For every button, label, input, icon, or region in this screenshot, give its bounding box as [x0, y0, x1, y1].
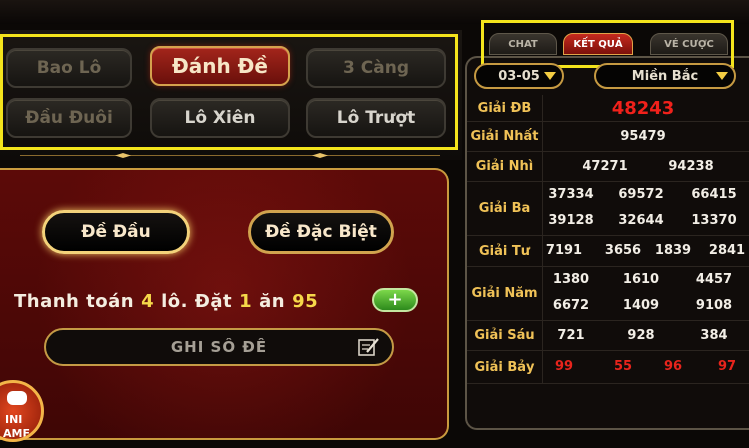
prize-values: 99 55 96 97 [543, 351, 749, 383]
prize-label: Giải Nhất [467, 122, 543, 151]
prize-values: 721 928 384 [543, 321, 749, 350]
prize-number: 7191 [545, 243, 583, 258]
prize-number: 1610 [622, 272, 660, 287]
results-table: Giải ĐB 48243 Giải Nhất 95479 Giải Nhì 47271 9… [467, 95, 749, 384]
prize-number: 37334 [548, 187, 594, 202]
betting-panel: Đề Đầu Đề Đặc Biệt Thanh toán 4 lô. Đặt … [0, 168, 449, 440]
prize-label: Giải Năm [467, 267, 543, 320]
result-row: Giải Năm 1380 1610 4457 6672 1409 9108 [467, 267, 749, 321]
prize-label: Giải Sáu [467, 321, 543, 350]
prize-number: 95479 [620, 128, 666, 144]
prize-number: 66415 [691, 187, 737, 202]
result-row: Giải Sáu 721 928 384 [467, 321, 749, 351]
prize-number: 1380 [552, 272, 590, 287]
tab-highlight-frame [481, 20, 734, 68]
date-select[interactable]: 03-05 [474, 63, 564, 89]
number-input[interactable] [89, 338, 349, 356]
payment-summary: Thanh toán 4 lô. Đặt 1 ăn 95 [14, 286, 325, 316]
prize-number: 13370 [691, 213, 737, 228]
payment-count: 4 [141, 290, 155, 312]
prize-number: 6672 [552, 298, 590, 313]
prize-number: 39128 [548, 213, 594, 228]
prize-number: 4457 [695, 272, 733, 287]
gamepad-icon [7, 391, 27, 405]
prize-number: 1839 [654, 243, 692, 258]
prize-number: 384 [700, 327, 728, 343]
payment-middle: lô. Đặt [161, 290, 233, 312]
region-select[interactable]: Miền Bắc [594, 63, 736, 89]
prize-values: 95479 [543, 122, 749, 151]
increase-stake-button[interactable]: + [372, 288, 418, 312]
prize-number: 9108 [695, 298, 733, 313]
chevron-down-icon [544, 72, 556, 80]
prize-number: 3656 [604, 243, 642, 258]
prize-number: 99 [554, 359, 574, 374]
prize-number: 32644 [618, 213, 664, 228]
result-row: Giải Nhì 47271 94238 [467, 152, 749, 182]
ornament-divider [20, 153, 440, 158]
prize-label: Giải Bảy [467, 351, 543, 383]
prize-values: 37334 69572 66415 39128 32644 13370 [543, 182, 749, 235]
prize-number: 47271 [582, 158, 628, 174]
prize-values: 47271 94238 [543, 152, 749, 181]
mini-game-label-2: AME [3, 427, 30, 440]
plus-icon: + [387, 289, 403, 310]
region-value: Miền Bắc [631, 68, 699, 84]
payment-an: ăn [259, 290, 286, 312]
de-dac-biet-button[interactable]: Đề Đặc Biệt [248, 210, 394, 254]
edit-icon[interactable] [358, 337, 380, 357]
de-dau-button[interactable]: Đề Đầu [42, 210, 190, 254]
result-row: Giải Tư 7191 3656 1839 2841 [467, 236, 749, 267]
result-row: Giải Ba 37334 69572 66415 39128 32644 13370 [467, 182, 749, 236]
date-value: 03-05 [498, 68, 540, 84]
prize-number: 97 [717, 359, 737, 374]
prize-values: 48243 [543, 95, 749, 121]
chevron-down-icon [716, 72, 728, 80]
payment-stake: 1 [239, 290, 253, 312]
prize-number: 48243 [611, 97, 675, 119]
payment-payout: 95 [292, 290, 319, 312]
result-row: Giải ĐB 48243 [467, 95, 749, 122]
prize-number: 55 [613, 359, 633, 374]
prize-number: 1409 [622, 298, 660, 313]
prize-values: 1380 1610 4457 6672 1409 9108 [543, 267, 749, 320]
mini-game-label-1: INI [5, 413, 23, 426]
prize-label: Giải ĐB [467, 95, 543, 121]
prize-number: 721 [557, 327, 585, 343]
prize-label: Giải Nhì [467, 152, 543, 181]
payment-prefix: Thanh toán [14, 290, 135, 312]
prize-number: 96 [663, 359, 683, 374]
prize-label: Giải Ba [467, 182, 543, 235]
result-row: Giải Bảy 99 55 96 97 [467, 351, 749, 384]
prize-number: 928 [627, 327, 655, 343]
prize-values: 7191 3656 1839 2841 [543, 236, 749, 266]
prize-number: 94238 [668, 158, 714, 174]
mode-highlight-frame [0, 34, 458, 150]
result-row: Giải Nhất 95479 [467, 122, 749, 152]
number-input-bar [44, 328, 394, 366]
prize-number: 2841 [708, 243, 746, 258]
prize-label: Giải Tư [467, 236, 543, 266]
prize-number: 69572 [618, 187, 664, 202]
